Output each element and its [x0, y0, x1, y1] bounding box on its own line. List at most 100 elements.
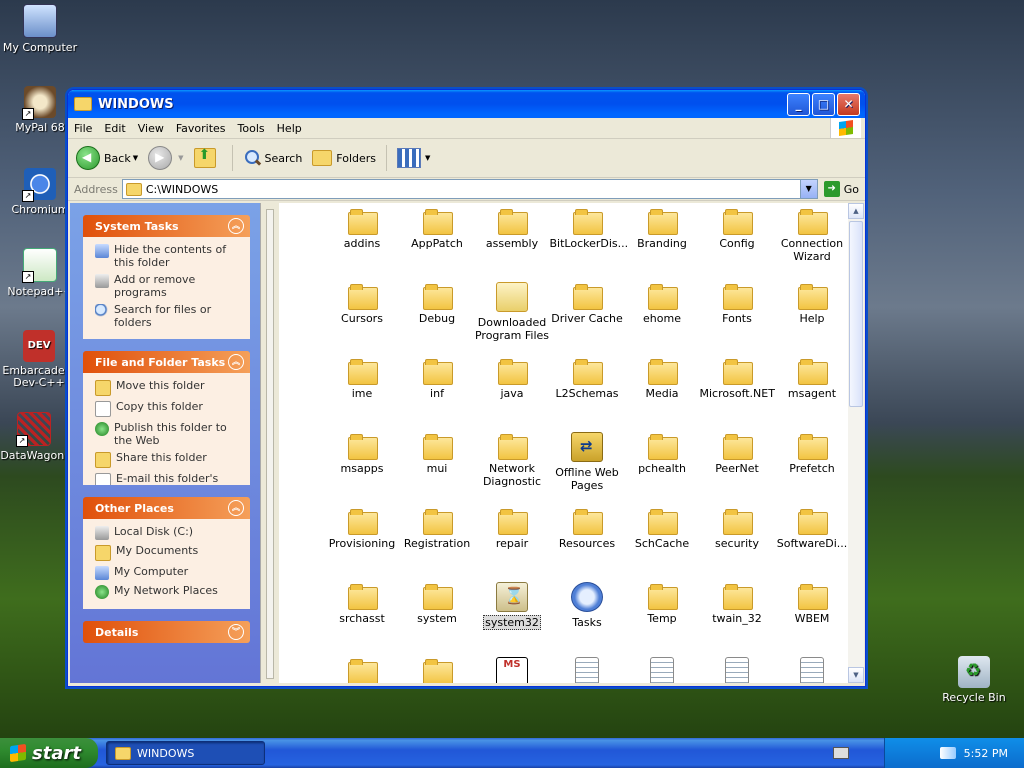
file-item[interactable]: Microsoft.NET	[700, 353, 775, 400]
forward-button[interactable]: ▼	[148, 146, 184, 170]
task-publish-web[interactable]: Publish this folder to the Web	[95, 421, 242, 447]
file-item[interactable]: java	[475, 353, 550, 400]
file-item[interactable]: Network Diagnostic	[475, 428, 550, 488]
file-item[interactable]: AppPatch	[400, 203, 475, 250]
file-item[interactable]: BitLockerDis...	[550, 203, 628, 250]
keyboard-icon[interactable]	[833, 747, 849, 759]
file-item[interactable]: repair	[475, 503, 550, 550]
file-item[interactable]: PeerNet	[700, 428, 775, 475]
task-search-files[interactable]: Search for files or folders	[95, 303, 242, 329]
task-move-folder[interactable]: Move this folder	[95, 379, 242, 396]
task-add-remove-programs[interactable]: Add or remove programs	[95, 273, 242, 299]
chevron-down-icon[interactable]: ▼	[178, 154, 183, 162]
file-item[interactable]: ehome	[625, 278, 700, 325]
file-item[interactable]: srchasst	[325, 578, 400, 625]
menu-file[interactable]: File	[68, 122, 98, 135]
file-item[interactable]	[700, 653, 775, 683]
minimize-button[interactable]: _	[787, 92, 810, 116]
file-folder-tasks-header[interactable]: File and Folder Tasks ︽	[83, 351, 250, 373]
menu-help[interactable]: Help	[271, 122, 308, 135]
file-item[interactable]: SchCache	[625, 503, 700, 550]
title-bar[interactable]: WINDOWS _ □ ✕	[68, 90, 865, 118]
search-button[interactable]: Search	[243, 149, 302, 167]
file-item[interactable]: msapps	[325, 428, 400, 475]
file-item[interactable]: msagent	[775, 353, 849, 400]
file-item[interactable]: Config	[700, 203, 775, 250]
chevron-down-icon[interactable]: ︾	[228, 624, 244, 640]
task-share-folder[interactable]: Share this folder	[95, 451, 242, 468]
scroll-up-button[interactable]: ▲	[848, 203, 864, 219]
file-item[interactable]: Resources	[550, 503, 625, 550]
taskbar-window-button[interactable]: WINDOWS	[106, 741, 265, 765]
file-item[interactable]: Media	[625, 353, 700, 400]
file-item[interactable]: Registration	[400, 503, 475, 550]
vertical-scrollbar[interactable]: ▲ ▼	[848, 203, 864, 683]
desktop-icon-recycle-bin[interactable]: Recycle Bin	[934, 656, 1014, 704]
file-item[interactable]: Driver Cache	[550, 278, 625, 325]
chevron-up-icon[interactable]: ︽	[228, 218, 244, 234]
file-item[interactable]: security	[700, 503, 775, 550]
desktop-icon-my-computer[interactable]: My Computer	[0, 4, 80, 54]
network-icon[interactable]	[939, 747, 956, 759]
file-item[interactable]: Temp	[625, 578, 700, 625]
folders-button[interactable]: Folders	[312, 150, 376, 166]
file-item[interactable]	[625, 653, 700, 683]
file-item[interactable]	[400, 653, 475, 683]
chevron-up-icon[interactable]: ︽	[228, 354, 244, 370]
maximize-button[interactable]: □	[812, 92, 835, 116]
left-pane-scrollbar[interactable]	[266, 209, 274, 679]
system-tasks-header[interactable]: System Tasks ︽	[83, 215, 250, 237]
menu-view[interactable]: View	[132, 122, 170, 135]
file-item[interactable]: inf	[400, 353, 475, 400]
file-item[interactable]: Fonts	[700, 278, 775, 325]
file-item[interactable]	[550, 653, 625, 683]
scroll-down-button[interactable]: ▼	[848, 667, 864, 683]
file-item[interactable]: assembly	[475, 203, 550, 250]
chevron-down-icon[interactable]: ▼	[799, 180, 817, 198]
file-item[interactable]: mui	[400, 428, 475, 475]
place-my-computer[interactable]: My Computer	[95, 565, 242, 580]
file-item[interactable]: Branding	[625, 203, 700, 250]
task-email-files[interactable]: E-mail this folder's files	[95, 472, 242, 485]
file-item[interactable]	[325, 653, 400, 683]
file-item[interactable]: Offline Web Pages	[550, 428, 625, 492]
file-item[interactable]: Debug	[400, 278, 475, 325]
up-button[interactable]	[193, 147, 222, 168]
scroll-thumb[interactable]	[849, 221, 863, 407]
file-item[interactable]: ime	[325, 353, 400, 400]
file-item[interactable]: Connection Wizard	[775, 203, 849, 263]
menu-favorites[interactable]: Favorites	[170, 122, 232, 135]
file-item[interactable]: Prefetch	[775, 428, 849, 475]
file-item[interactable]	[775, 653, 849, 683]
start-button[interactable]: start	[0, 738, 98, 768]
task-hide-contents[interactable]: Hide the contents of this folder	[95, 243, 242, 269]
desktop-icon-datawagon[interactable]: ↗ DataWagon.	[0, 412, 74, 462]
views-button[interactable]: ▼	[397, 148, 430, 168]
back-button[interactable]: Back ▼	[76, 146, 138, 170]
chevron-down-icon[interactable]: ▼	[133, 154, 138, 162]
file-item[interactable]: Provisioning	[325, 503, 400, 550]
file-item[interactable]: L2Schemas	[550, 353, 625, 400]
clock[interactable]: 5:52 PM	[964, 747, 1008, 760]
file-item[interactable]: addins	[325, 203, 400, 250]
file-item[interactable]: twain_32	[700, 578, 775, 625]
details-header[interactable]: Details ︾	[83, 621, 250, 643]
place-network[interactable]: My Network Places	[95, 584, 242, 599]
place-local-disk[interactable]: Local Disk (C:)	[95, 525, 242, 540]
file-item[interactable]: Downloaded Program Files	[475, 278, 550, 342]
chevron-up-icon[interactable]: ︽	[228, 500, 244, 516]
go-button[interactable]: ➜ Go	[823, 181, 859, 197]
file-item[interactable]: MS	[475, 653, 550, 683]
file-item[interactable]: Cursors	[325, 278, 400, 325]
file-item[interactable]: Tasks	[550, 578, 625, 629]
close-button[interactable]: ✕	[837, 92, 860, 116]
file-item[interactable]: pchealth	[625, 428, 700, 475]
file-item[interactable]: system	[400, 578, 475, 625]
menu-tools[interactable]: Tools	[232, 122, 271, 135]
file-item[interactable]: SoftwareDi...	[775, 503, 849, 550]
menu-edit[interactable]: Edit	[98, 122, 131, 135]
other-places-header[interactable]: Other Places ︽	[83, 497, 250, 519]
file-item[interactable]: Help	[775, 278, 849, 325]
place-my-documents[interactable]: My Documents	[95, 544, 242, 561]
pane-splitter[interactable]	[260, 203, 277, 683]
